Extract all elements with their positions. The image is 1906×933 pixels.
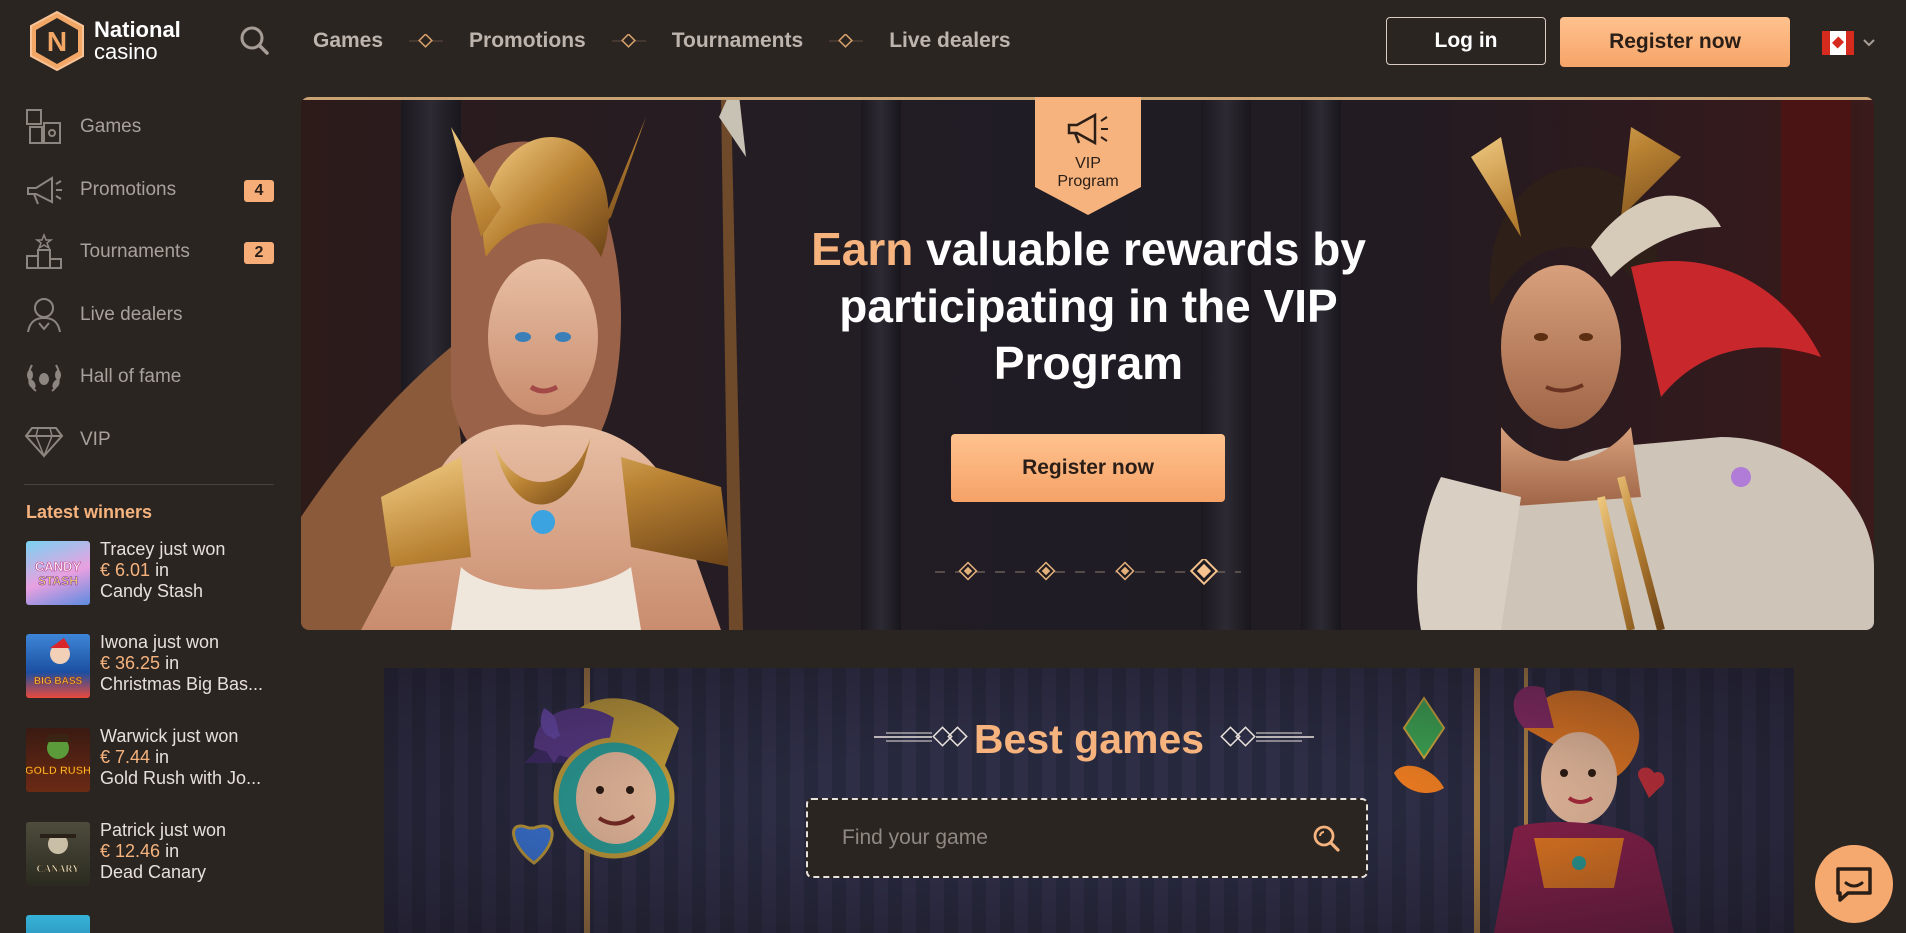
winner-item[interactable]: BIG BASS Iwona just won € 36.25 in Chris… [26, 632, 276, 700]
svg-text:GOLD RUSH: GOLD RUSH [26, 765, 90, 777]
winner-item[interactable]: CANARY Patrick just won € 12.46 in Dead … [26, 820, 276, 888]
diamond-separator-icon [409, 34, 444, 48]
latest-winners-title: Latest winners [26, 502, 153, 522]
svg-text:N: N [47, 26, 67, 57]
vip-badge-label: VIP Program [1057, 155, 1119, 190]
svg-text:BIG BASS: BIG BASS [34, 676, 83, 687]
diamond-icon [24, 427, 64, 459]
logo-hexagon-icon: N [30, 10, 84, 72]
sidebar-item-hall-of-fame[interactable]: Hall of fame [24, 353, 274, 401]
svg-text:CANARY: CANARY [37, 864, 81, 875]
sidebar-item-label: Games [80, 116, 142, 137]
hero-title-accent: Earn [811, 223, 914, 275]
game-search-input[interactable] [840, 825, 1304, 851]
nav-live-dealers[interactable]: Live dealers [889, 29, 1010, 53]
dealer-icon [27, 298, 61, 333]
sidebar-item-live-dealers[interactable]: Live dealers [24, 291, 274, 339]
carousel-pagination [935, 559, 1241, 585]
hero-register-button[interactable]: Register now [951, 434, 1225, 502]
live-chat-button[interactable] [1815, 845, 1893, 923]
chevron-down-icon [1863, 39, 1875, 47]
promotions-count-badge: 4 [244, 180, 274, 202]
game-thumbnail: GOLD RUSH [26, 728, 90, 792]
game-thumbnail [26, 915, 90, 933]
hero-title: Earn valuable rewards by participating i… [761, 221, 1416, 392]
nav-tournaments[interactable]: Tournaments [672, 29, 803, 53]
game-thumbnail: CANDY STASH [26, 541, 90, 605]
canada-flag-icon [1822, 31, 1854, 55]
carousel-dot-4-active[interactable] [1189, 559, 1219, 585]
best-games-section: Best games [384, 668, 1794, 933]
sidebar-item-label: Hall of fame [80, 366, 182, 387]
carousel-dot-3[interactable] [1115, 561, 1135, 581]
megaphone-icon [27, 176, 62, 205]
sidebar: Games Promotions 4 Tournaments 2 Live de… [0, 82, 288, 933]
svg-text:CANDY: CANDY [35, 559, 82, 574]
laurel-icon [27, 364, 61, 392]
diamond-separator-icon [829, 34, 864, 48]
sidebar-item-games[interactable]: Games [24, 103, 274, 151]
brand-logo[interactable]: N National casino [28, 10, 181, 72]
winner-item[interactable]: CANDY STASH Tracey just won € 6.01 in Can… [26, 539, 276, 607]
login-button[interactable]: Log in [1386, 17, 1546, 65]
winner-text: Patrick just won € 12.46 in Dead Canary [100, 820, 227, 882]
sidebar-item-tournaments[interactable]: Tournaments 2 [24, 228, 274, 276]
best-games-title: Best games [973, 716, 1205, 762]
winner-item[interactable]: GOLD RUSH Warwick just won € 7.44 in Gol… [26, 726, 276, 794]
sidebar-item-label: Promotions [80, 179, 177, 200]
search-icon[interactable] [1312, 824, 1340, 852]
nav-games[interactable]: Games [313, 29, 383, 53]
title-ornament-right-icon [1220, 726, 1314, 747]
hero-title-rest: valuable rewards by participating in the… [839, 223, 1366, 389]
winner-text: Warwick just won € 7.44 in Gold Rush wit… [100, 726, 262, 788]
winner-text: Iwona just won € 36.25 in Christmas Big … [100, 632, 264, 694]
top-header: N National casino Games Promotions Tourn… [0, 0, 1906, 82]
sidebar-item-label: VIP [80, 429, 111, 450]
sidebar-item-label: Tournaments [80, 241, 190, 262]
podium-icon [26, 232, 62, 269]
winner-text: Tracey just won € 6.01 in Candy Stash [100, 539, 226, 601]
sidebar-item-vip[interactable]: VIP [24, 416, 274, 464]
game-thumbnail: CANARY [26, 822, 90, 886]
sidebar-divider [24, 484, 274, 485]
svg-text:STASH: STASH [38, 574, 78, 588]
tournaments-count-badge: 2 [244, 242, 274, 264]
hero-banner: VIP Program Earn valuable rewards by par… [301, 97, 1874, 630]
search-icon[interactable] [238, 24, 270, 56]
game-search-box [806, 798, 1368, 878]
register-button[interactable]: Register now [1560, 17, 1790, 67]
brand-name: National casino [94, 17, 181, 64]
language-selector[interactable] [1822, 31, 1876, 55]
puzzle-icon [26, 109, 61, 144]
game-thumbnail: BIG BASS [26, 634, 90, 698]
sidebar-item-promotions[interactable]: Promotions 4 [24, 166, 274, 214]
nav-promotions[interactable]: Promotions [469, 29, 586, 53]
sidebar-item-label: Live dealers [80, 304, 183, 325]
diamond-separator-icon [611, 34, 646, 48]
carousel-dot-1[interactable] [958, 561, 978, 581]
winner-item-partial[interactable] [26, 915, 276, 933]
main-nav: Games Promotions Tournaments Live dealer… [313, 0, 1011, 82]
carousel-dot-2[interactable] [1036, 561, 1056, 581]
chat-bubble-icon [1836, 867, 1872, 902]
